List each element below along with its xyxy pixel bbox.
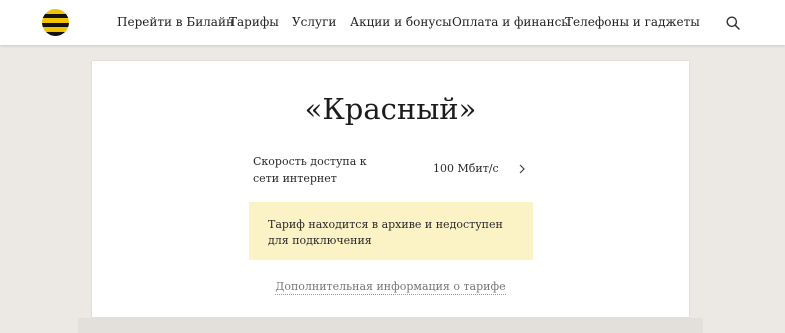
param-row-internet-speed[interactable]: Скорость доступа к сети интернет 100 Мби… bbox=[249, 151, 531, 187]
nav-item-promotions[interactable]: Акции и бонусы bbox=[350, 15, 452, 30]
page-background-strip bbox=[78, 318, 703, 333]
archive-notice: Тариф находится в архиве и недоступен дл… bbox=[249, 202, 533, 260]
more-info-link-wrapper: Дополнительная информация о тарифе bbox=[92, 280, 689, 295]
search-icon[interactable] bbox=[726, 16, 740, 30]
beeline-logo-icon[interactable] bbox=[42, 9, 69, 36]
param-label: Скорость доступа к сети интернет bbox=[253, 155, 367, 185]
nav-item-payment[interactable]: Оплата и финансы bbox=[452, 15, 571, 30]
param-value: 100 Мбит/с bbox=[433, 162, 499, 175]
tariff-card: «Красный» Скорость доступа к сети интерн… bbox=[91, 60, 690, 318]
nav-item-phones[interactable]: Телефоны и гаджеты bbox=[565, 15, 700, 30]
nav-item-tariffs[interactable]: Тарифы bbox=[229, 15, 279, 30]
nav-item-services[interactable]: Услуги bbox=[292, 15, 336, 30]
nav-item-go-to-beeline[interactable]: Перейти в Билайн bbox=[117, 15, 234, 30]
archive-notice-text: Тариф находится в архиве и недоступен дл… bbox=[268, 218, 503, 247]
top-header: Перейти в Билайн Тарифы Услуги Акции и б… bbox=[0, 0, 785, 45]
tariff-title: «Красный» bbox=[304, 92, 477, 126]
chevron-right-icon bbox=[519, 164, 525, 174]
more-info-link[interactable]: Дополнительная информация о тарифе bbox=[275, 280, 506, 295]
